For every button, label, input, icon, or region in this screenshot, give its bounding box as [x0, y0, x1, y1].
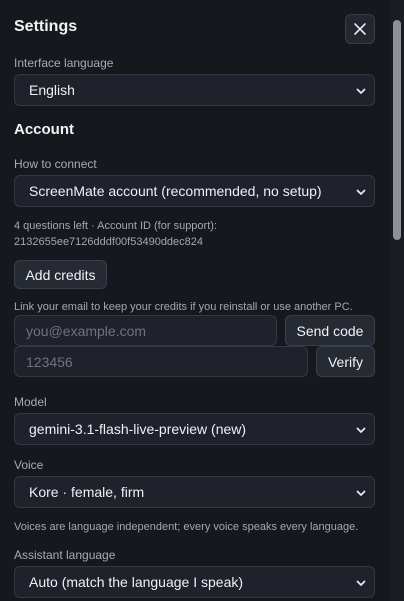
interface-language-label: Interface language: [14, 56, 114, 70]
close-button[interactable]: [345, 14, 375, 44]
account-section-title: Account: [14, 121, 74, 138]
connect-select[interactable]: ScreenMate account (recommended, no setu…: [14, 175, 375, 207]
voice-label: Voice: [14, 458, 44, 472]
chevron-down-icon: [356, 490, 366, 496]
verify-button[interactable]: Verify: [316, 346, 375, 377]
voice-select[interactable]: Kore · female, firm: [14, 476, 375, 508]
voice-note: Voices are language independent; every v…: [14, 521, 359, 533]
connect-label: How to connect: [14, 157, 97, 171]
interface-language-select[interactable]: English: [14, 74, 375, 106]
chevron-down-icon: [356, 580, 366, 586]
assistant-language-value: Auto (match the language I speak): [29, 574, 244, 590]
model-value: gemini-3.1-flash-live-preview (new): [29, 421, 247, 437]
close-icon: [354, 23, 366, 35]
account-info-line1: 4 questions left · Account ID (for suppo…: [14, 220, 217, 232]
model-select[interactable]: gemini-3.1-flash-live-preview (new): [14, 413, 375, 445]
add-credits-button[interactable]: Add credits: [14, 260, 107, 289]
email-input[interactable]: you@example.com: [14, 315, 277, 346]
voice-value: Kore · female, firm: [29, 484, 145, 500]
connect-value: ScreenMate account (recommended, no setu…: [29, 183, 322, 199]
chevron-down-icon: [356, 427, 366, 433]
assistant-language-select[interactable]: Auto (match the language I speak): [14, 566, 375, 598]
page-title: Settings: [14, 18, 78, 35]
assistant-language-label: Assistant language: [14, 548, 116, 562]
scrollbar-thumb[interactable]: [393, 20, 401, 240]
link-email-text: Link your email to keep your credits if …: [14, 301, 353, 313]
verification-code-input[interactable]: 123456: [14, 346, 308, 377]
chevron-down-icon: [356, 88, 366, 94]
account-id: 2132655ee7126dddf00f53490ddec824: [14, 236, 204, 248]
send-code-button[interactable]: Send code: [285, 315, 375, 346]
settings-panel: Settings Interface language English Acco…: [0, 0, 404, 601]
model-label: Model: [14, 395, 47, 409]
interface-language-value: English: [29, 82, 75, 98]
chevron-down-icon: [356, 189, 366, 195]
